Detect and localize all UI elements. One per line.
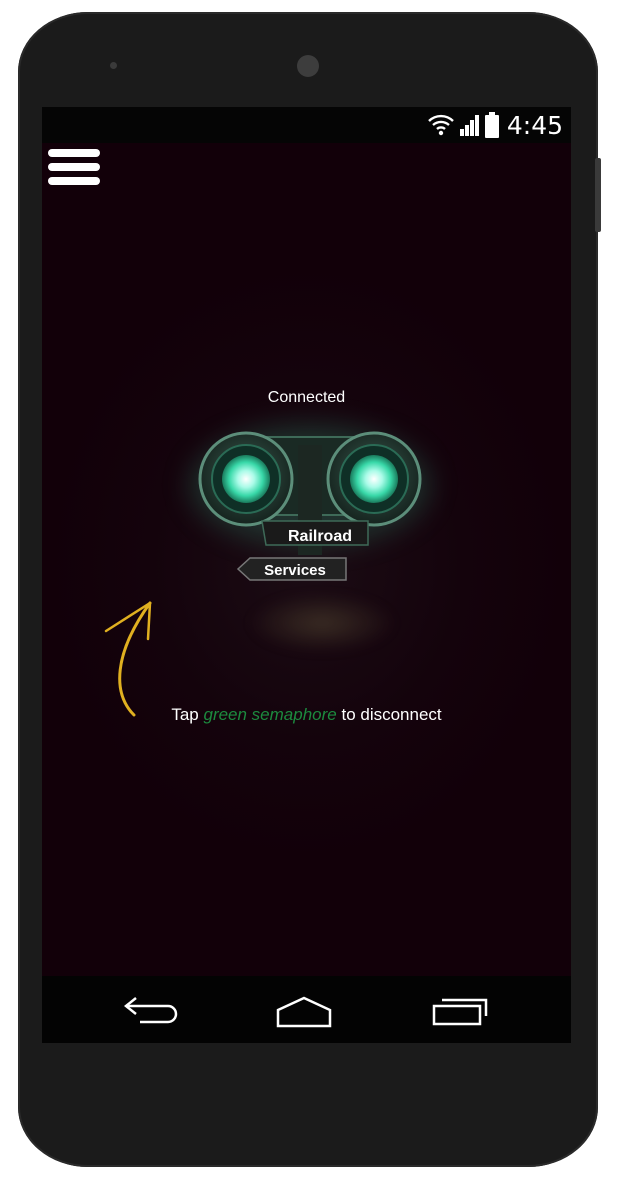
- recents-button[interactable]: [420, 984, 500, 1034]
- back-button[interactable]: [112, 984, 192, 1034]
- recents-icon: [432, 998, 488, 1026]
- shadow-smudge: [247, 593, 397, 653]
- battery-icon: [484, 112, 499, 138]
- hint-arrow-icon: [104, 601, 152, 717]
- status-time: 4:45: [506, 110, 563, 140]
- hint-suffix: to disconnect: [336, 705, 442, 724]
- side-button: [595, 158, 601, 232]
- disconnect-hint: Tap green semaphore to disconnect: [42, 705, 571, 725]
- status-bar: 4:45: [42, 107, 571, 143]
- screen: 4:45 Connected Railroad Services Tap gre…: [42, 107, 571, 1043]
- app-content: Connected Railroad Services Tap green se…: [42, 143, 571, 976]
- connection-status: Connected: [267, 389, 346, 406]
- front-camera: [297, 55, 319, 77]
- railroad-label: Railroad: [287, 528, 352, 545]
- status-icons: 4:45: [427, 109, 563, 141]
- hamburger-menu-icon[interactable]: [48, 149, 100, 189]
- services-label: Services: [264, 562, 326, 579]
- signal-icon: [459, 115, 479, 136]
- home-icon: [276, 996, 332, 1028]
- hint-accent: green semaphore: [203, 705, 337, 724]
- hint-prefix: Tap: [171, 705, 204, 724]
- sensor-dot: [110, 62, 117, 69]
- back-icon: [123, 997, 178, 1024]
- wifi-icon: [428, 114, 454, 136]
- navigation-bar: [42, 976, 571, 1043]
- home-button[interactable]: [266, 984, 346, 1034]
